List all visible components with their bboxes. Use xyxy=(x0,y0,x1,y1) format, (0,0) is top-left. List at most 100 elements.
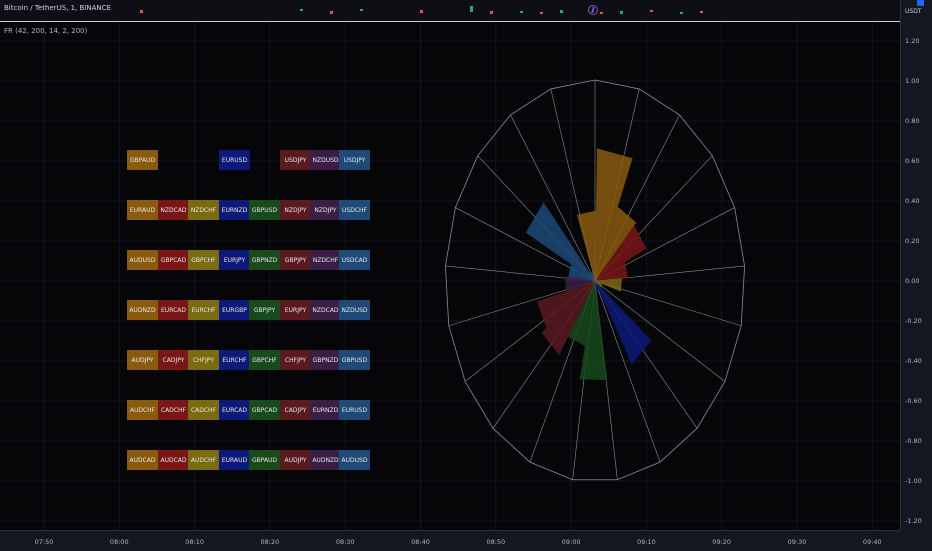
pair-cell: CADCHF xyxy=(188,400,219,420)
pair-cell: GBPNZD xyxy=(249,250,280,270)
x-tick-label: 09:30 xyxy=(787,538,807,546)
currency-label: USDT xyxy=(905,8,922,15)
x-axis[interactable]: 07:50 08:00 08:10 08:20 08:30 08:40 08:50 09:00… xyxy=(0,530,900,551)
pair-cell: GBPNZD xyxy=(310,350,341,370)
candle xyxy=(520,11,523,13)
pair-cell: EURNZD xyxy=(310,400,341,420)
x-tick-label: 08:00 xyxy=(109,538,129,546)
pair-cell: USDJPY xyxy=(339,150,370,170)
candle xyxy=(420,10,423,13)
y-tick-label: 0.00 xyxy=(905,277,920,285)
x-tick-label: 09:10 xyxy=(637,538,656,546)
indicator-pane[interactable]: GBPAUD EURUSD USDJPY NZDUSD USDJPY EURAUD NZDC… xyxy=(0,22,900,530)
pair-cell: GBPAUD xyxy=(249,450,280,470)
pair-cell: NZDJPY xyxy=(280,200,311,220)
pair-cell: GBPCHF xyxy=(188,250,219,270)
pair-cell: EURUSD xyxy=(219,150,250,170)
pair-cell: GBPJPY xyxy=(280,250,311,270)
pair-cell: NZDCHF xyxy=(310,250,341,270)
y-tick-label: 0.60 xyxy=(905,157,920,165)
candle xyxy=(700,11,703,13)
pair-cell: CHFJPY xyxy=(188,350,219,370)
y-tick-label: -0.60 xyxy=(905,397,922,405)
pair-cell: AUDJPY xyxy=(280,450,311,470)
pair-cell: GBPCAD xyxy=(249,400,280,420)
x-tick-label: 09:40 xyxy=(862,538,882,546)
price-candles xyxy=(140,6,703,14)
y-tick-label: -0.80 xyxy=(905,437,922,445)
candle xyxy=(490,11,493,14)
y-tick-label: -1.20 xyxy=(905,517,922,525)
pair-cell: GBPUSD xyxy=(249,200,280,220)
pair-cell: GBPUSD xyxy=(339,350,370,370)
pair-cell: GBPJPY xyxy=(249,300,280,320)
candle xyxy=(540,12,543,14)
pair-cell: GBPCAD xyxy=(158,250,189,270)
candle xyxy=(470,6,473,12)
x-tick-label: 08:40 xyxy=(411,538,430,546)
pair-cell: NZDUSD xyxy=(310,150,341,170)
radar-spoke xyxy=(510,114,596,282)
x-tick-label: 08:50 xyxy=(486,538,506,546)
pair-cell: EURCHF xyxy=(188,300,219,320)
pair-cell: EURJPY xyxy=(280,300,311,320)
pair-cell: AUDCAD xyxy=(158,450,189,470)
y-tick-label: 1.00 xyxy=(905,77,920,85)
pair-cell: CADCHF xyxy=(158,400,189,420)
candle xyxy=(600,12,603,14)
x-tick-label: 08:10 xyxy=(185,538,204,546)
pair-cell: AUDCAD xyxy=(127,450,158,470)
y-axis[interactable]: 1.20 1.00 0.80 0.60 0.40 0.20 0.00 -0.20 -0.40 -0… xyxy=(900,22,932,530)
pair-cell: AUDUSD xyxy=(339,450,370,470)
x-tick-label: 08:20 xyxy=(260,538,280,546)
pair-cell: CADJPY xyxy=(158,350,189,370)
pair-cell: AUDNZD xyxy=(310,450,341,470)
pair-cell: EURNZD xyxy=(219,200,250,220)
pair-cell: AUDUSD xyxy=(127,250,158,270)
pair-cell: NZDCAD xyxy=(310,300,341,320)
pair-cell: EURAUD xyxy=(219,450,250,470)
radar-spoke xyxy=(594,280,726,382)
x-tick-label: 07:50 xyxy=(34,538,54,546)
main-price-pane[interactable]: Bitcoin / TetherUS, 1, BINANCE xyxy=(0,0,900,21)
pair-cell: AUDCHF xyxy=(127,400,158,420)
pair-cell: EURCHF xyxy=(219,350,250,370)
candle xyxy=(650,10,653,12)
pair-cell: USDCHF xyxy=(339,200,370,220)
y-tick-label: 0.80 xyxy=(905,117,920,125)
pair-cell: GBPAUD xyxy=(127,150,158,170)
pair-cell: AUDJPY xyxy=(127,350,158,370)
candle xyxy=(330,11,333,14)
pair-cell: EURGBP xyxy=(219,300,250,320)
price-scale[interactable]: USDT xyxy=(900,0,932,22)
pair-cell: EURAUD xyxy=(127,200,158,220)
pair-cell: USDCAD xyxy=(339,250,370,270)
pair-cell: NZDCHF xyxy=(188,200,219,220)
indicator-label[interactable]: FR (42, 200, 14, 2, 200) xyxy=(4,27,87,35)
x-tick-label: 09:20 xyxy=(712,538,732,546)
pair-cell: NZDCAD xyxy=(158,200,189,220)
pair-cell: EURCAD xyxy=(158,300,189,320)
lightning-icon[interactable] xyxy=(588,5,598,15)
candle xyxy=(620,11,623,14)
pair-cell: USDJPY xyxy=(280,150,311,170)
price-marker xyxy=(917,0,924,6)
y-tick-label: -0.40 xyxy=(905,357,922,365)
y-tick-label: -1.00 xyxy=(905,477,922,485)
candle xyxy=(680,12,683,14)
pair-cell: NZDUSD xyxy=(339,300,370,320)
y-tick-label: 0.40 xyxy=(905,197,920,205)
pair-cell: AUDNZD xyxy=(127,300,158,320)
x-tick-label: 08:30 xyxy=(335,538,355,546)
y-tick-label: 1.20 xyxy=(905,37,920,45)
pair-cell: CHFJPY xyxy=(280,350,311,370)
pair-cell: EURJPY xyxy=(219,250,250,270)
candle xyxy=(560,10,563,13)
pair-cell: AUDCHF xyxy=(188,450,219,470)
y-tick-label: -0.20 xyxy=(905,317,922,325)
candle xyxy=(140,10,143,13)
pair-cell: EURUSD xyxy=(339,400,370,420)
pair-cell: NZDJPY xyxy=(310,200,341,220)
pair-cell: CADJPY xyxy=(280,400,311,420)
candle xyxy=(300,9,303,11)
